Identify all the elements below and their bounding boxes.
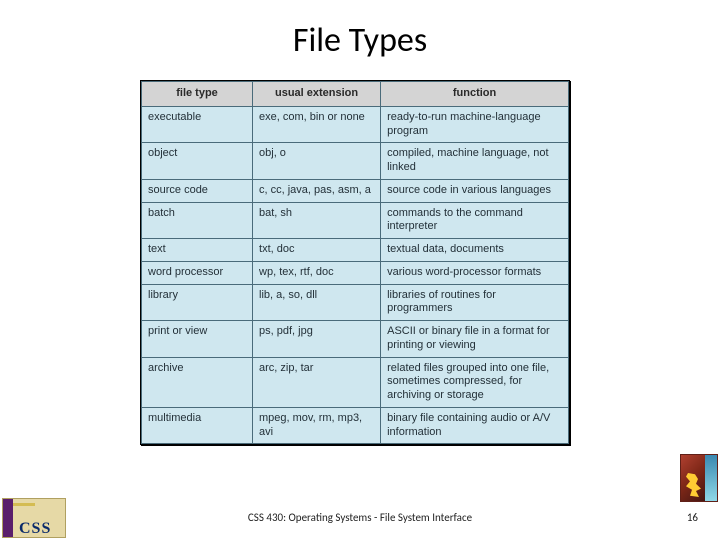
- cell-type: library: [142, 284, 253, 321]
- table-row: multimedia mpeg, mov, rm, mp3, avi binar…: [142, 407, 569, 444]
- file-types-table: file type usual extension function execu…: [141, 81, 569, 444]
- table-row: executable exe, com, bin or none ready-t…: [142, 106, 569, 143]
- cell-type: text: [142, 239, 253, 262]
- cell-extension: arc, zip, tar: [253, 357, 381, 407]
- slide: File Types file type usual extension fun…: [0, 0, 720, 540]
- logo-gold-stripe: [13, 503, 35, 506]
- cell-extension: c, cc, java, pas, asm, a: [253, 179, 381, 202]
- logo-text: CSS: [19, 521, 51, 537]
- cell-extension: ps, pdf, jpg: [253, 321, 381, 358]
- uwb-css-logo: CSS: [2, 498, 66, 538]
- cell-function: commands to the command interpreter: [381, 202, 569, 239]
- logo-purple-band: [3, 499, 13, 537]
- table-row: source code c, cc, java, pas, asm, a sou…: [142, 179, 569, 202]
- table-row: batch bat, sh commands to the command in…: [142, 202, 569, 239]
- cell-function: ready-to-run machine-language program: [381, 106, 569, 143]
- cell-function: binary file containing audio or A/V info…: [381, 407, 569, 444]
- cell-function: compiled, machine language, not linked: [381, 143, 569, 180]
- cell-type: print or view: [142, 321, 253, 358]
- table-header-row: file type usual extension function: [142, 82, 569, 107]
- cell-type: executable: [142, 106, 253, 143]
- table-row: print or view ps, pdf, jpg ASCII or bina…: [142, 321, 569, 358]
- cell-extension: obj, o: [253, 143, 381, 180]
- table-row: archive arc, zip, tar related files grou…: [142, 357, 569, 407]
- cell-type: batch: [142, 202, 253, 239]
- header-function: function: [381, 82, 569, 107]
- page-number: 16: [687, 511, 698, 524]
- cell-extension: lib, a, so, dll: [253, 284, 381, 321]
- textbook-cover-icon: [680, 454, 718, 502]
- cell-function: related files grouped into one file, som…: [381, 357, 569, 407]
- cell-function: source code in various languages: [381, 179, 569, 202]
- cell-extension: mpeg, mov, rm, mp3, avi: [253, 407, 381, 444]
- footer-text: CSS 430: Operating Systems - File System…: [0, 511, 720, 524]
- cell-type: object: [142, 143, 253, 180]
- cell-type: multimedia: [142, 407, 253, 444]
- table-row: word processor wp, tex, rtf, doc various…: [142, 261, 569, 284]
- cell-function: libraries of routines for programmers: [381, 284, 569, 321]
- header-usual-extension: usual extension: [253, 82, 381, 107]
- cell-type: archive: [142, 357, 253, 407]
- table-row: object obj, o compiled, machine language…: [142, 143, 569, 180]
- cell-extension: bat, sh: [253, 202, 381, 239]
- table-row: library lib, a, so, dll libraries of rou…: [142, 284, 569, 321]
- dinosaur-icon: [684, 473, 704, 497]
- cell-extension: wp, tex, rtf, doc: [253, 261, 381, 284]
- table-row: text txt, doc textual data, documents: [142, 239, 569, 262]
- header-file-type: file type: [142, 82, 253, 107]
- cell-extension: exe, com, bin or none: [253, 106, 381, 143]
- page-title: File Types: [0, 20, 720, 61]
- cell-function: various word-processor formats: [381, 261, 569, 284]
- cell-type: word processor: [142, 261, 253, 284]
- cell-function: ASCII or binary file in a format for pri…: [381, 321, 569, 358]
- file-types-table-wrap: file type usual extension function execu…: [140, 80, 570, 445]
- cell-type: source code: [142, 179, 253, 202]
- cell-extension: txt, doc: [253, 239, 381, 262]
- cell-function: textual data, documents: [381, 239, 569, 262]
